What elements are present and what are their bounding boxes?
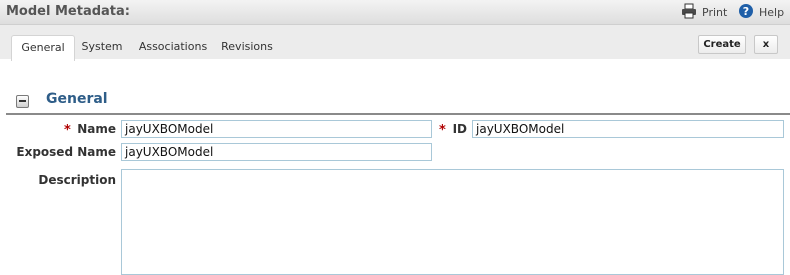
page-title: Model Metadata: [6,4,130,19]
collapse-icon[interactable] [16,95,29,108]
help-label[interactable]: Help [759,6,784,19]
id-required-marker: * [439,123,446,138]
print-label[interactable]: Print [702,6,727,19]
svg-text:?: ? [743,5,749,18]
section-title: General [46,91,108,107]
exposed-name-label: Exposed Name [16,145,116,159]
name-label: Name [77,122,116,136]
printer-icon [681,3,697,22]
exposed-name-field[interactable]: jayUXBOModel [121,143,432,161]
tab-bar: General System Associations Revisions [0,25,790,61]
help-action[interactable]: ? Help [738,3,784,22]
print-action[interactable]: Print [681,3,727,22]
tab-revisions[interactable]: Revisions [219,35,275,59]
id-label: ID [452,122,467,136]
create-button[interactable]: Create [698,35,746,54]
tab-general[interactable]: General [11,35,75,61]
name-field[interactable]: jayUXBOModel [121,120,432,138]
section-divider [6,113,790,115]
description-textarea[interactable] [121,169,784,275]
tab-associations[interactable]: Associations [136,35,210,59]
close-button[interactable]: x [754,35,778,54]
title-bar: Model Metadata: Print ? Help [0,0,790,25]
section-header: General [0,88,790,114]
tab-system[interactable]: System [79,35,125,59]
help-icon: ? [738,3,754,22]
id-field[interactable]: jayUXBOModel [472,120,784,138]
description-label: Description [38,173,116,187]
